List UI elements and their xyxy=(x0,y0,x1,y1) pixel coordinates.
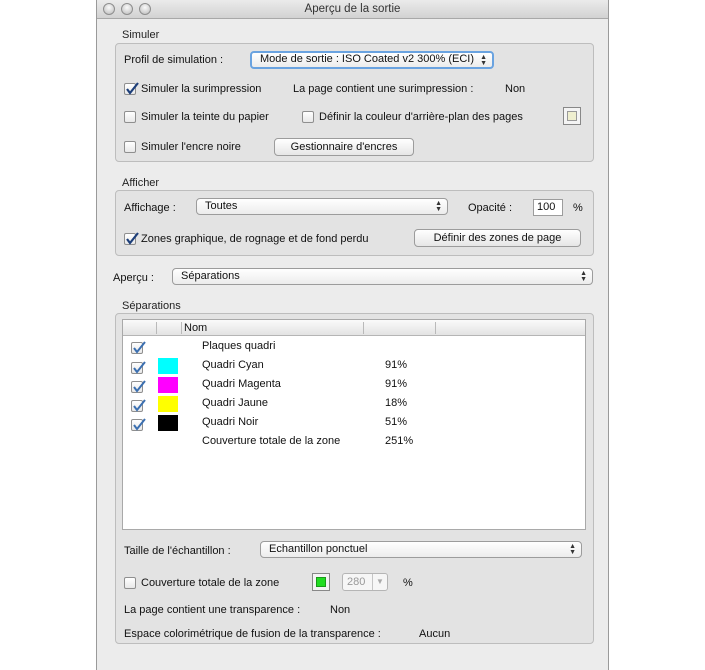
list-item[interactable]: Couverture totale de la zone 251% xyxy=(123,433,585,452)
total-coverage-color-well[interactable] xyxy=(312,573,330,591)
opacity-label: Opacité : xyxy=(468,202,513,214)
checkmark-icon xyxy=(126,232,139,245)
separation-visibility-checkbox[interactable] xyxy=(131,380,146,393)
separation-value: 251% xyxy=(385,435,414,447)
separation-value: 18% xyxy=(385,397,408,409)
page-bg-color-well[interactable] xyxy=(563,107,581,125)
simulate-overprint-checkbox[interactable] xyxy=(124,82,139,95)
ink-manager-button[interactable]: Gestionnaire d'encres xyxy=(274,138,414,156)
separation-color-swatch xyxy=(158,415,178,431)
blend-space-label: Espace colorimétrique de fusion de la tr… xyxy=(124,628,381,640)
popup-arrows-icon: ▲ ▼ xyxy=(580,270,587,283)
opacity-unit: % xyxy=(573,202,583,214)
separation-name: Quadri Jaune xyxy=(202,397,269,409)
list-item[interactable]: Quadri Magenta 91% xyxy=(123,376,585,395)
total-coverage-color-swatch xyxy=(316,577,326,587)
separation-visibility-checkbox[interactable] xyxy=(131,361,146,374)
separation-name: Quadri Magenta xyxy=(202,378,281,390)
zones-checkbox[interactable] xyxy=(124,232,139,245)
checkmark-icon xyxy=(126,82,139,95)
separation-value: 91% xyxy=(385,378,408,390)
separations-list[interactable]: Nom Plaques quadri Quadri Cyan 91% Quadr… xyxy=(122,319,586,530)
chevron-down-icon[interactable]: ▼ xyxy=(372,574,387,590)
separation-visibility-checkbox[interactable] xyxy=(131,418,146,431)
simulation-profile-value: Mode de sortie : ISO Coated v2 300% (ECI… xyxy=(260,53,474,65)
checkmark-icon xyxy=(133,380,146,393)
simulation-profile-popup[interactable]: Mode de sortie : ISO Coated v2 300% (ECI… xyxy=(250,51,494,69)
separations-group: Nom Plaques quadri Quadri Cyan 91% Quadr… xyxy=(115,313,594,644)
list-item[interactable]: Quadri Jaune 18% xyxy=(123,395,585,414)
window-title: Aperçu de la sortie xyxy=(304,3,401,15)
checkmark-icon xyxy=(133,341,146,354)
total-coverage-checkbox[interactable] xyxy=(124,577,136,589)
page-bg-color-checkbox[interactable] xyxy=(302,111,314,123)
afficher-group: Affichage : Toutes ▲ ▼ Opacité : 100 % Zo… xyxy=(115,190,594,256)
overprint-status-label: La page contient une surimpression : xyxy=(293,83,474,95)
page-bg-color-label: Définir la couleur d'arrière-plan des pa… xyxy=(319,111,523,123)
simuler-section-label: Simuler xyxy=(122,29,160,41)
total-coverage-label: Couverture totale de la zone xyxy=(141,577,280,589)
overprint-status-value: Non xyxy=(505,83,526,95)
separation-color-swatch xyxy=(158,396,178,412)
simulate-black-ink-checkbox[interactable] xyxy=(124,141,136,153)
opacity-input[interactable]: 100 xyxy=(533,199,563,216)
separation-visibility-checkbox[interactable] xyxy=(131,341,146,354)
simulate-paper-label: Simuler la teinte du papier xyxy=(141,111,269,123)
blend-space-value: Aucun xyxy=(419,628,451,640)
separation-value: 51% xyxy=(385,416,408,428)
separation-color-swatch xyxy=(158,358,178,374)
sample-size-value: Echantillon ponctuel xyxy=(269,543,368,555)
popup-arrows-icon: ▲ ▼ xyxy=(435,200,442,213)
simulation-profile-label: Profil de simulation : xyxy=(124,54,224,66)
separation-visibility-checkbox[interactable] xyxy=(131,399,146,412)
checkmark-icon xyxy=(133,418,146,431)
zones-label: Zones graphique, de rognage et de fond p… xyxy=(141,233,369,245)
popup-arrows-icon: ▲ ▼ xyxy=(569,543,576,556)
transparency-value: Non xyxy=(330,604,351,616)
afficher-section-label: Afficher xyxy=(122,177,160,189)
apercu-popup[interactable]: Séparations ▲ ▼ xyxy=(172,268,593,285)
simuler-group: Profil de simulation : Mode de sortie : … xyxy=(115,43,594,162)
display-label: Affichage : xyxy=(124,202,176,214)
total-coverage-unit: % xyxy=(403,577,413,589)
transparency-label: La page contient une transparence : xyxy=(124,604,301,616)
simulate-overprint-label: Simuler la surimpression xyxy=(141,83,262,95)
simulate-black-ink-label: Simuler l'encre noire xyxy=(141,141,241,153)
separation-color-swatch xyxy=(158,377,178,393)
define-zones-button[interactable]: Définir des zones de page xyxy=(414,229,581,247)
display-popup[interactable]: Toutes ▲ ▼ xyxy=(196,198,448,215)
display-value: Toutes xyxy=(205,200,238,212)
simulate-paper-checkbox[interactable] xyxy=(124,111,136,123)
separations-section-label: Séparations xyxy=(122,300,181,312)
checkmark-icon xyxy=(133,361,146,374)
output-preview-window: Aperçu de la sortie Simuler Profil de si… xyxy=(96,0,609,670)
page-bg-color-swatch xyxy=(567,111,577,121)
sample-size-label: Taille de l'échantillon : xyxy=(124,545,231,557)
apercu-value: Séparations xyxy=(181,270,240,282)
separation-name: Quadri Cyan xyxy=(202,359,264,371)
separation-name: Plaques quadri xyxy=(202,340,276,352)
apercu-label: Aperçu : xyxy=(113,272,154,284)
checkmark-icon xyxy=(133,399,146,412)
title-bar[interactable]: Aperçu de la sortie xyxy=(97,0,608,19)
list-item[interactable]: Quadri Cyan 91% xyxy=(123,357,585,376)
sample-size-popup[interactable]: Echantillon ponctuel ▲ ▼ xyxy=(260,541,582,558)
popup-arrows-icon: ▲ ▼ xyxy=(480,54,487,67)
list-item[interactable]: Quadri Noir 51% xyxy=(123,414,585,433)
total-coverage-combo[interactable]: 280 ▼ xyxy=(342,573,388,591)
separation-name: Couverture totale de la zone xyxy=(202,435,341,447)
list-item[interactable]: Plaques quadri xyxy=(123,338,585,357)
column-header-name[interactable]: Nom xyxy=(184,322,207,334)
separation-name: Quadri Noir xyxy=(202,416,259,428)
total-coverage-value: 280 xyxy=(347,576,366,588)
separation-value: 91% xyxy=(385,359,408,371)
separations-list-header: Nom xyxy=(123,320,585,336)
